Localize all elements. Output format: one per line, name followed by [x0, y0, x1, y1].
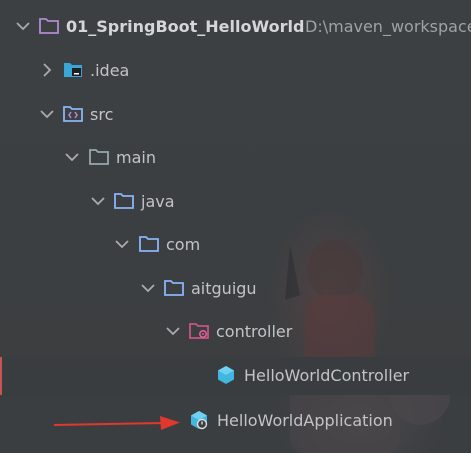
source-folder-icon: [63, 106, 83, 122]
folder-icon: [114, 193, 134, 209]
tree-row-project-root[interactable]: 01_SpringBoot_HelloWorld D:\maven_worksp…: [0, 8, 471, 46]
chevron-right-icon[interactable]: [38, 61, 56, 79]
tree-item-label: main: [116, 148, 156, 167]
tree-item-label: com: [166, 235, 201, 254]
chevron-down-icon[interactable]: [164, 322, 182, 340]
chevron-down-icon[interactable]: [38, 105, 56, 123]
tree-row-java[interactable]: java: [0, 183, 471, 221]
project-tree-panel: 01_SpringBoot_HelloWorld D:\maven_worksp…: [0, 0, 471, 453]
chevron-down-icon[interactable]: [63, 148, 81, 166]
tree-item-label: .idea: [90, 61, 130, 80]
chevron-down-icon[interactable]: [14, 17, 32, 35]
tree-item-label: aitguigu: [191, 279, 257, 298]
tree-row-helloworldcontroller[interactable]: HelloWorldController: [0, 357, 471, 395]
tree-row-aitguigu[interactable]: aitguigu: [0, 270, 471, 308]
tree-row-src[interactable]: src: [0, 96, 471, 134]
java-class-icon: [218, 366, 234, 384]
tree-item-label: controller: [216, 322, 293, 341]
package-folder-icon: [164, 280, 184, 296]
project-path-label: D:\maven_workspace: [305, 17, 471, 36]
controller-package-icon: [189, 323, 209, 339]
folder-icon: [89, 149, 109, 165]
idea-folder-icon: [64, 63, 82, 77]
chevron-down-icon[interactable]: [89, 192, 107, 210]
tree-item-label: HelloWorldApplication: [217, 411, 393, 430]
tree-row-controller[interactable]: controller: [0, 313, 471, 351]
tree-item-label: HelloWorldController: [244, 366, 410, 385]
chevron-down-icon[interactable]: [139, 279, 157, 297]
tree-item-label: src: [90, 105, 114, 124]
chevron-down-icon[interactable]: [113, 235, 131, 253]
tree-row-idea[interactable]: .idea: [0, 52, 471, 90]
tree-item-label: java: [141, 192, 175, 211]
red-arrow-icon: [53, 416, 180, 430]
tree-row-com[interactable]: com: [0, 226, 471, 264]
project-root-label: 01_SpringBoot_HelloWorld: [66, 17, 305, 36]
spring-boot-app-class-icon: [191, 411, 208, 430]
package-folder-icon: [139, 236, 159, 252]
tree-row-main[interactable]: main: [0, 139, 471, 177]
folder-icon: [39, 18, 59, 34]
